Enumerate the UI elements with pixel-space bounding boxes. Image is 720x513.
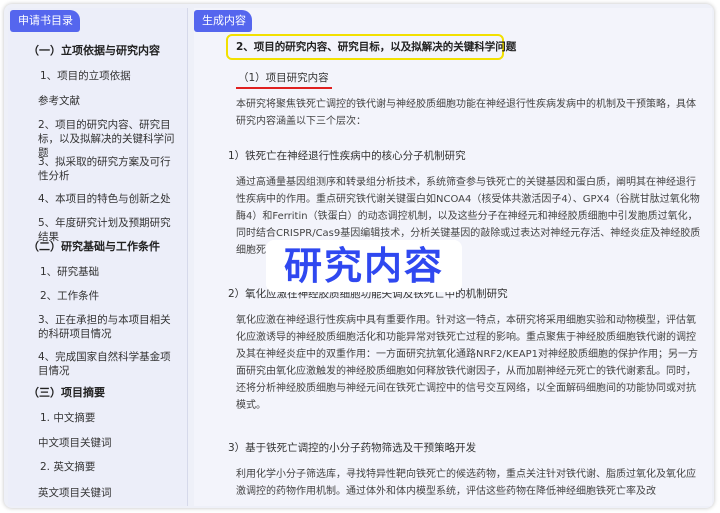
overlay-title: 研究内容 bbox=[266, 240, 462, 292]
app-window: 申请书目录 （一）立项依据与研究内容 1、项目的立项依据 参考文献 2、项目的研… bbox=[4, 4, 714, 508]
toc-item-chinese-abstract[interactable]: 1. 中文摘要 bbox=[40, 411, 186, 425]
section-heading: 2、项目的研究内容、研究目标，以及拟解决的关键科学问题 bbox=[226, 34, 516, 60]
toc-item-research-foundation[interactable]: 1、研究基础 bbox=[40, 265, 186, 279]
sub-heading: （1）项目研究内容 bbox=[238, 72, 329, 84]
toc-section-foundation[interactable]: （二）研究基础与工作条件 bbox=[28, 240, 186, 254]
toc-item-plan-feasibility[interactable]: 3、拟采取的研究方案及可行性分析 bbox=[38, 155, 184, 183]
section3-title: 3）基于铁死亡调控的小分子药物筛选及干预策略开发 bbox=[228, 442, 477, 454]
tab-generated-content[interactable]: 生成内容 bbox=[194, 10, 252, 32]
red-underline bbox=[236, 87, 332, 89]
tab-application-toc[interactable]: 申请书目录 bbox=[10, 10, 80, 32]
toc-item-english-abstract[interactable]: 2. 英文摘要 bbox=[40, 460, 186, 474]
intro-paragraph: 本研究将聚焦铁死亡调控的铁代谢与神经胶质细胞功能在神经退行性疾病发病中的机制及干… bbox=[236, 99, 696, 127]
toc-section-abstract[interactable]: （三）项目摘要 bbox=[28, 386, 186, 400]
section1-title: 1）铁死亡在神经退行性疾病中的核心分子机制研究 bbox=[228, 150, 466, 162]
toc-item-english-keywords[interactable]: 英文项目关键词 bbox=[38, 486, 184, 500]
toc-item-references[interactable]: 参考文献 bbox=[38, 94, 184, 108]
toc-section-basis[interactable]: （一）立项依据与研究内容 bbox=[28, 44, 186, 58]
section2-body: 氧化应激在神经退行性疾病中具有重要作用。针对这一特点，本研究将采用细胞实验和动物… bbox=[236, 315, 699, 411]
toc-item-innovation[interactable]: 4、本项目的特色与创新之处 bbox=[38, 192, 184, 206]
toc-item-completed-nsfc[interactable]: 4、完成国家自然科学基金项目情况 bbox=[38, 350, 184, 378]
toc-item-work-conditions[interactable]: 2、工作条件 bbox=[40, 289, 186, 303]
toc-item-basis[interactable]: 1、项目的立项依据 bbox=[40, 69, 186, 83]
toc-sidebar: 申请书目录 （一）立项依据与研究内容 1、项目的立项依据 参考文献 2、项目的研… bbox=[8, 8, 188, 506]
section3-body: 利用化学小分子筛选库，寻找特异性靶向铁死亡的候选药物，重点关注针对铁代谢、脂质过… bbox=[236, 469, 696, 497]
toc-item-content-goals[interactable]: 2、项目的研究内容、研究目标，以及拟解决的关键科学问题 bbox=[38, 118, 184, 160]
toc-item-ongoing-projects[interactable]: 3、正在承担的与本项目相关的科研项目情况 bbox=[38, 313, 184, 341]
toc-item-chinese-keywords[interactable]: 中文项目关键词 bbox=[38, 436, 184, 450]
